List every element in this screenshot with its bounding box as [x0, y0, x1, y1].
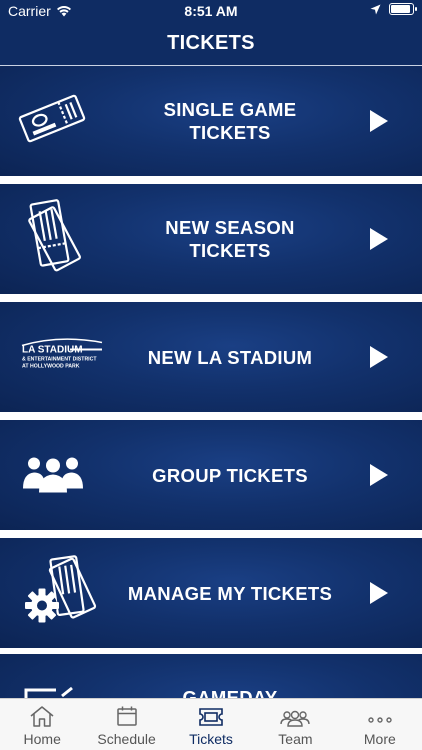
tab-home[interactable]: Home: [0, 699, 84, 750]
tickets-menu[interactable]: SINGLE GAME TICKETS NEW SEASON TICKETS L…: [0, 66, 422, 698]
navigation-bar: TICKETS: [0, 22, 422, 66]
tab-label: Schedule: [97, 731, 156, 747]
tab-label: Team: [278, 731, 313, 747]
tab-tickets[interactable]: Tickets: [169, 699, 253, 750]
group-icon: [22, 453, 84, 498]
tile-label: SINGLE GAME TICKETS: [163, 99, 297, 143]
battery-fill: [391, 5, 410, 13]
manage-tickets-icon: [22, 554, 104, 633]
la-stadium-logo: LA STADIUM & ENTERTAINMENT DISTRICT AT H…: [20, 337, 104, 378]
ticket-tab-icon: [199, 708, 223, 726]
tab-bar: Home Schedule Tickets Team More: [0, 698, 422, 750]
tab-schedule[interactable]: Schedule: [84, 699, 168, 750]
tile-group-tickets[interactable]: GROUP TICKETS: [0, 420, 422, 530]
location-arrow-icon: [370, 4, 381, 14]
ticket-icon: [18, 92, 86, 151]
play-arrow-icon: [370, 346, 388, 368]
tile-new-la-stadium[interactable]: LA STADIUM & ENTERTAINMENT DISTRICT AT H…: [0, 302, 422, 412]
clock: 8:51 AM: [184, 3, 238, 19]
tab-label: Tickets: [189, 731, 233, 747]
tile-label: NEW LA STADIUM: [147, 346, 313, 368]
tile-label: GAMEDAY: [182, 687, 278, 698]
tile-gameday[interactable]: GAMEDAY: [0, 654, 422, 698]
home-icon: [30, 706, 54, 727]
tab-more[interactable]: More: [338, 699, 422, 750]
team-icon: [280, 710, 311, 727]
tab-label: Home: [23, 731, 61, 747]
tab-team[interactable]: Team: [253, 699, 337, 750]
tile-label: GROUP TICKETS: [152, 464, 308, 486]
tile-single-game-tickets[interactable]: SINGLE GAME TICKETS: [0, 66, 422, 176]
tile-label: NEW SEASON TICKETS: [165, 217, 295, 261]
page-title: TICKETS: [167, 32, 255, 54]
play-arrow-icon: [370, 110, 388, 132]
gameday-icon: [22, 686, 78, 698]
tile-manage-my-tickets[interactable]: MANAGE MY TICKETS: [0, 538, 422, 648]
calendar-icon: [116, 706, 137, 726]
play-arrow-icon: [370, 228, 388, 250]
more-icon: [368, 717, 392, 723]
battery-icon: [389, 3, 417, 15]
tile-label: MANAGE MY TICKETS: [127, 582, 333, 604]
logo-line2: AT HOLLYWOOD PARK: [22, 364, 80, 370]
play-arrow-icon: [370, 582, 388, 604]
tile-new-season-tickets[interactable]: NEW SEASON TICKETS: [0, 184, 422, 294]
logo-line1: & ENTERTAINMENT DISTRICT: [22, 357, 97, 363]
season-tickets-icon: [18, 196, 88, 283]
play-arrow-icon: [370, 464, 388, 486]
tab-label: More: [363, 731, 396, 747]
status-bar: Carrier 8:51 AM: [0, 0, 422, 22]
